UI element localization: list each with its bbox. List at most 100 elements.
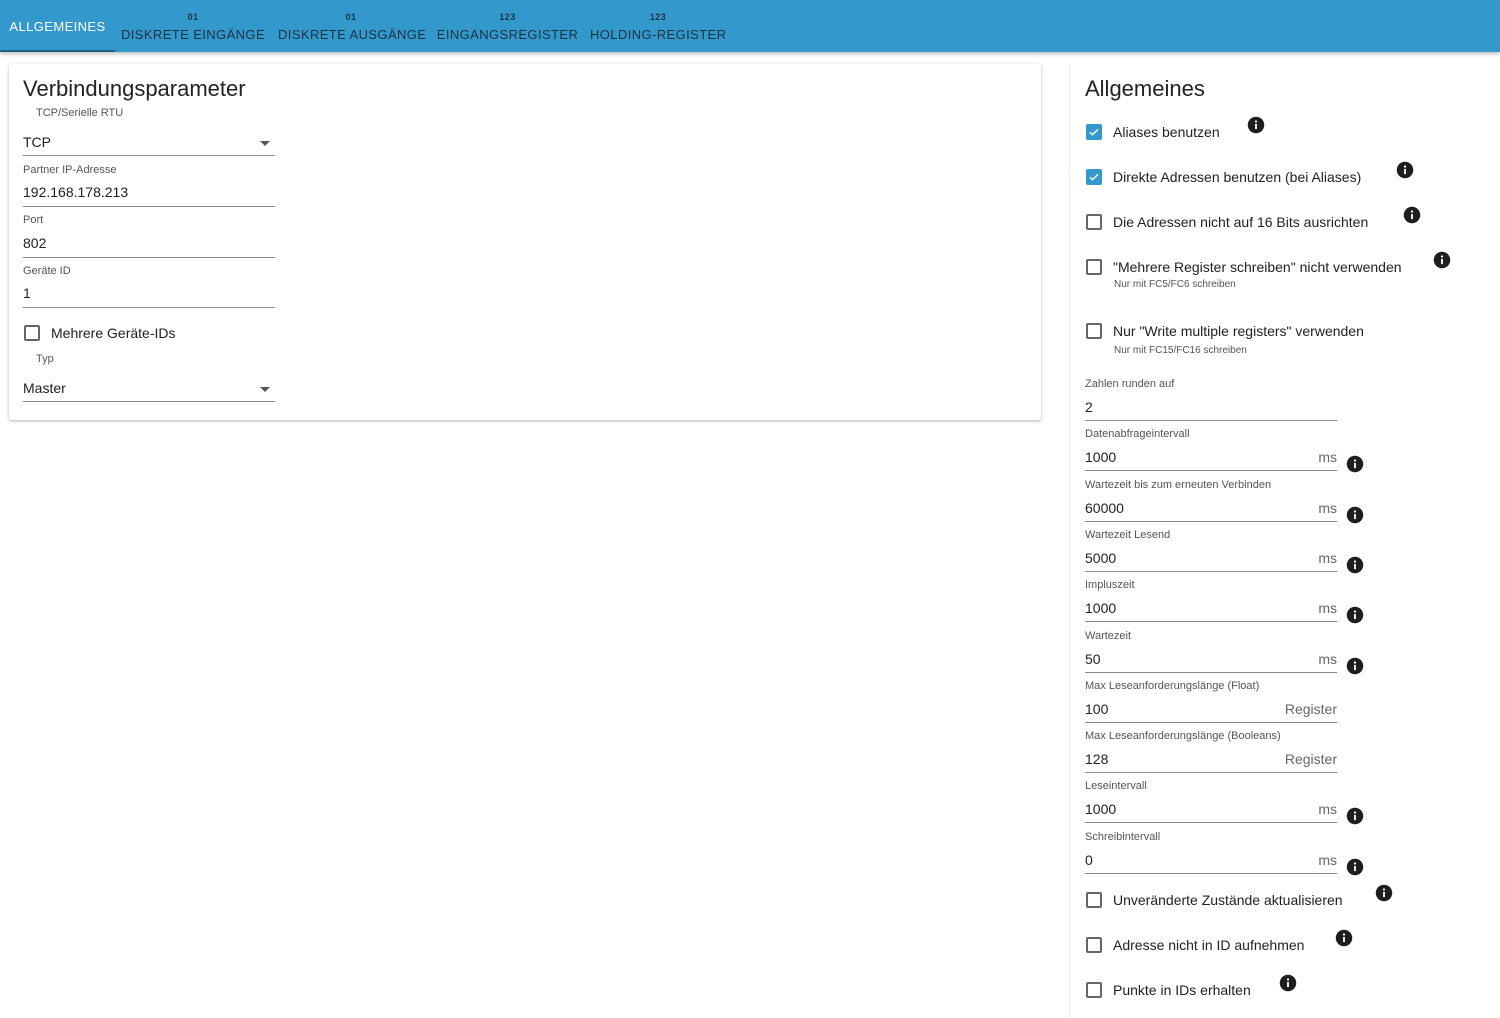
tab-holding-register[interactable]: 123 HOLDING-REGISTER [590,0,726,52]
tab-label: ALLGEMEINES [9,19,106,34]
info-icon[interactable] [1247,116,1265,134]
write-interval-value: 0 [1085,851,1093,868]
read-timeout-value: 5000 [1085,549,1117,566]
tab-allgemeines[interactable]: ALLGEMEINES [0,0,115,52]
tab-eingangsregister[interactable]: 123 EINGANGSREGISTER [436,0,579,52]
no-16bit-align-checkbox[interactable] [1086,214,1102,230]
max-read-float-input[interactable]: 100 Register [1085,694,1337,723]
tab-diskrete-ausgaenge[interactable]: 01 DISKRETE AUSGÄNGE [278,0,427,52]
tab-label: HOLDING-REGISTER [590,27,727,42]
info-icon[interactable] [1375,884,1393,902]
multi-ids-checkbox[interactable] [24,325,40,341]
info-icon[interactable] [1346,657,1364,675]
read-interval-unit: ms [1318,801,1337,818]
no-multiple-registers-label: "Mehrere Register schreiben" nicht verwe… [1113,259,1402,275]
info-icon[interactable] [1346,807,1364,825]
max-read-float-underline [1085,721,1337,723]
numeric-icon: 123 [499,12,516,22]
pulse-time-underline [1085,621,1337,623]
device-id-input[interactable]: 1 [23,279,275,308]
no-address-in-id-label: Adresse nicht in ID aufnehmen [1113,937,1305,953]
no-multiple-registers-checkbox[interactable] [1086,259,1102,275]
tab-label: DISKRETE EINGÄNGE [120,27,266,42]
info-icon[interactable] [1403,206,1421,224]
write-interval-underline [1085,872,1337,874]
read-interval-value: 1000 [1085,801,1117,818]
general-title: Allgemeines [1085,76,1205,101]
pulse-time-label: Impluszeit [1085,579,1135,592]
tab-label: DISKRETE AUSGÄNGE [278,27,427,42]
read-interval-input[interactable]: 1000 ms [1085,794,1337,824]
update-unchanged-checkbox[interactable] [1086,892,1102,908]
ip-value: 192.168.178.213 [23,184,129,200]
poll-interval-label: Datenabfrageintervall [1085,428,1190,441]
only-write-multiple-checkbox[interactable] [1086,323,1102,339]
port-label: Port [23,214,44,226]
tab-label: EINGANGSREGISTER [436,27,579,42]
mode-value: TCP [23,134,51,150]
info-icon[interactable] [1433,251,1451,269]
ip-input[interactable]: 192.168.178.213 [23,178,275,207]
update-unchanged-label: Unveränderte Zustände aktualisieren [1113,892,1343,908]
chevron-down-icon [260,141,270,146]
max-read-float-unit: Register [1284,700,1337,717]
numeric-icon: 123 [649,12,667,22]
reconnect-timeout-unit: ms [1318,499,1337,516]
type-underline [23,401,275,402]
poll-interval-value: 1000 [1085,449,1117,466]
max-read-bool-input[interactable]: 128 Register [1085,744,1337,774]
reconnect-timeout-underline [1085,520,1337,522]
ip-label: Partner IP-Adresse [23,164,117,176]
wait-time-unit: ms [1318,650,1337,667]
port-value: 802 [23,235,47,251]
info-icon[interactable] [1396,161,1414,179]
aliases-checkbox[interactable] [1086,124,1102,140]
wait-time-underline [1085,671,1337,673]
round-to-input[interactable]: 2 [1085,392,1337,421]
write-interval-unit: ms [1318,851,1337,868]
tab-bar: ALLGEMEINES 01 DISKRETE EINGÄNGE 01 DISK… [0,0,1500,52]
direct-addresses-label: Direkte Adressen benutzen (bei Aliases) [1113,169,1362,185]
read-interval-label: Leseintervall [1085,780,1147,793]
tab-diskrete-eingaenge[interactable]: 01 DISKRETE EINGÄNGE [120,0,266,52]
mode-underline [23,155,275,156]
info-icon[interactable] [1346,858,1364,876]
reconnect-timeout-input[interactable]: 60000 ms [1085,493,1337,522]
info-icon[interactable] [1346,556,1364,574]
mode-select[interactable]: TCP [23,126,275,156]
read-timeout-input[interactable]: 5000 ms [1085,543,1337,572]
reconnect-timeout-value: 60000 [1085,499,1124,516]
poll-interval-underline [1085,470,1337,472]
wait-time-label: Wartezeit [1085,629,1132,642]
mode-label: TCP/Serielle RTU [36,107,124,119]
port-input[interactable]: 802 [23,229,275,258]
pulse-time-input[interactable]: 1000 ms [1085,593,1337,623]
max-read-bool-underline [1085,772,1337,774]
round-to-underline [1085,420,1337,421]
max-read-bool-unit: Register [1284,751,1337,768]
info-icon[interactable] [1279,974,1297,992]
max-read-bool-label: Max Leseanforderungslänge (Booleans) [1085,730,1281,743]
connection-title: Verbindungsparameter [23,76,246,101]
wait-time-input[interactable]: 50 ms [1085,644,1337,673]
info-icon[interactable] [1346,455,1364,473]
direct-addresses-checkbox[interactable] [1086,169,1102,185]
info-icon[interactable] [1335,929,1353,947]
pulse-time-value: 1000 [1085,600,1117,617]
device-id-label: Geräte ID [23,265,71,277]
keep-dots-in-ids-checkbox[interactable] [1086,982,1102,998]
info-icon[interactable] [1346,606,1364,624]
connection-card: Verbindungsparameter TCP/Serielle RTU TC… [9,64,1041,420]
no-address-in-id-checkbox[interactable] [1086,937,1102,953]
read-timeout-unit: ms [1318,549,1337,566]
poll-interval-input[interactable]: 1000 ms [1085,442,1337,472]
wait-time-value: 50 [1085,650,1101,667]
write-interval-input[interactable]: 0 ms [1085,845,1337,874]
type-select[interactable]: Master [23,372,275,402]
info-icon[interactable] [1346,506,1364,524]
poll-interval-unit: ms [1318,449,1337,466]
write-interval-label: Schreibintervall [1085,830,1161,843]
general-panel: Allgemeines [1069,64,1500,1018]
multi-ids-label: Mehrere Geräte-IDs [51,325,176,341]
only-write-multiple-label: Nur "Write multiple registers" verwenden [1113,323,1364,339]
